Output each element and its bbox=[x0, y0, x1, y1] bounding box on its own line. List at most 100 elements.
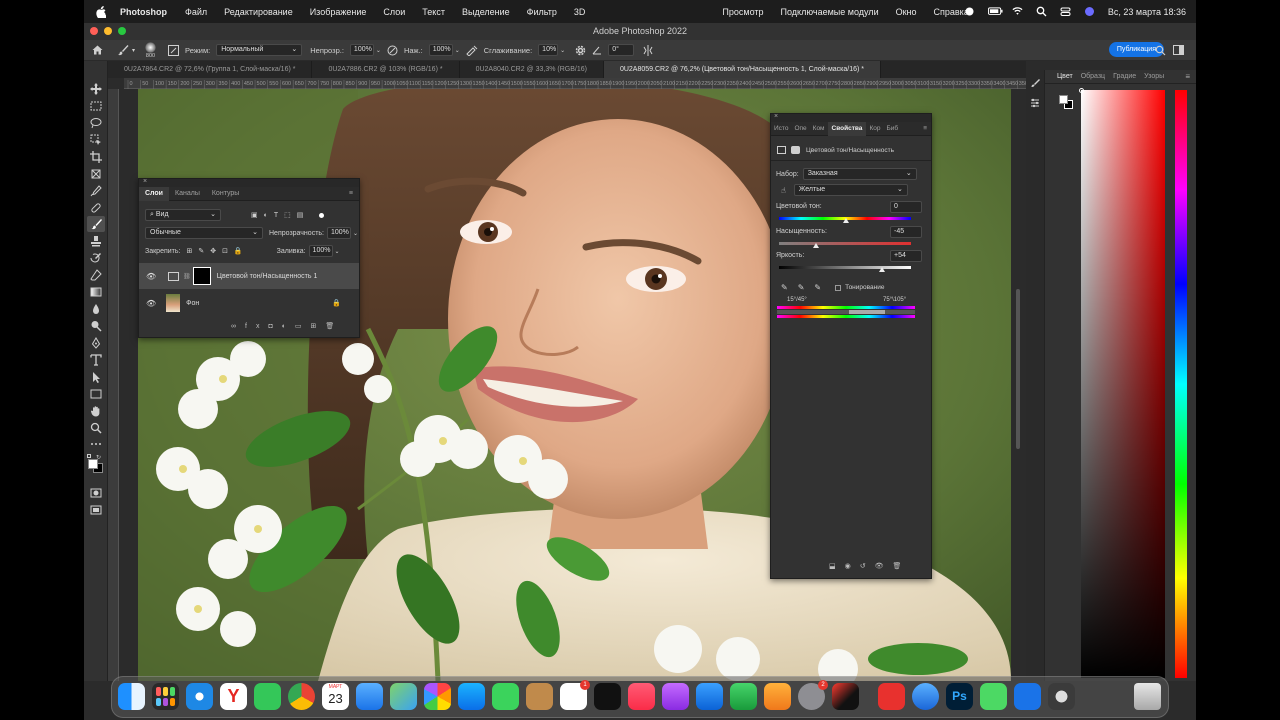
apple-icon[interactable] bbox=[96, 5, 106, 18]
chevron-down-icon[interactable]: ⌄ bbox=[335, 248, 340, 255]
eyedropper-minus-icon[interactable]: ✎ bbox=[814, 283, 821, 292]
app-store-icon[interactable] bbox=[458, 683, 485, 710]
quicktime-icon[interactable] bbox=[1048, 683, 1075, 710]
saturation-slider-track[interactable] bbox=[779, 242, 911, 245]
chevron-down-icon[interactable]: ⌄ bbox=[455, 47, 460, 54]
chrome-icon[interactable] bbox=[288, 683, 315, 710]
menubar-datetime[interactable]: Вс, 23 марта 18:36 bbox=[1108, 7, 1186, 17]
panel-menu-icon[interactable]: ≡ bbox=[1185, 72, 1190, 81]
history-brush-tool-icon[interactable] bbox=[90, 252, 102, 264]
tab-doc-3[interactable]: 0U2A8040.CR2 @ 33,3% (RGB/16) bbox=[460, 61, 604, 78]
marquee-tool-icon[interactable] bbox=[90, 100, 102, 112]
tab-corrections[interactable]: Кор bbox=[866, 125, 883, 132]
number-app-icon[interactable] bbox=[1014, 683, 1041, 710]
foreground-color-swatch[interactable] bbox=[88, 459, 98, 469]
brush-tool-icon[interactable] bbox=[90, 218, 102, 230]
close-icon[interactable]: × bbox=[774, 113, 778, 120]
reset-icon[interactable]: ↺ bbox=[860, 562, 875, 570]
mountain-app-icon[interactable] bbox=[912, 683, 939, 710]
link-layers-icon[interactable]: ∞ bbox=[231, 323, 245, 330]
tab-layers[interactable]: Слои bbox=[139, 186, 169, 201]
menu-window[interactable]: Окно bbox=[896, 7, 917, 17]
chevron-down-icon[interactable]: ⌄ bbox=[560, 47, 565, 54]
brush-preset-picker[interactable]: 800 bbox=[145, 41, 157, 59]
menu-filter[interactable]: Фильтр bbox=[527, 7, 557, 17]
eyedropper-plus-icon[interactable]: ✎ bbox=[798, 283, 805, 292]
tab-history[interactable]: Исто bbox=[771, 125, 791, 132]
close-icon[interactable]: × bbox=[143, 178, 147, 185]
battery-icon[interactable] bbox=[987, 6, 1003, 17]
game-app-icon[interactable] bbox=[980, 683, 1007, 710]
tab-paths[interactable]: Контуры bbox=[206, 190, 245, 197]
zoom-window-button[interactable] bbox=[118, 27, 126, 35]
tab-comments[interactable]: Ком bbox=[810, 125, 828, 132]
clone-stamp-tool-icon[interactable] bbox=[90, 235, 102, 247]
brush-tool-icon[interactable]: ▾ bbox=[117, 44, 135, 56]
path-select-tool-icon[interactable] bbox=[90, 371, 102, 383]
keynote-icon[interactable] bbox=[696, 683, 723, 710]
color-picker-cursor[interactable] bbox=[1079, 88, 1084, 93]
search-icon[interactable] bbox=[1155, 45, 1166, 58]
colorize-checkbox[interactable] bbox=[835, 284, 842, 291]
menu-layers[interactable]: Слои bbox=[383, 7, 405, 17]
tab-properties[interactable]: Свойства bbox=[827, 121, 867, 136]
healing-brush-tool-icon[interactable] bbox=[90, 202, 102, 214]
default-colors-icon[interactable] bbox=[87, 454, 91, 458]
trash-icon[interactable]: 🗑 bbox=[893, 562, 911, 570]
layer-mask-thumbnail[interactable] bbox=[192, 267, 211, 285]
safari-icon[interactable] bbox=[186, 683, 213, 710]
hand-tool-icon[interactable] bbox=[90, 405, 102, 417]
angle-input[interactable]: 0° bbox=[608, 44, 635, 56]
panel-titlebar[interactable]: × bbox=[139, 178, 359, 187]
saturation-input[interactable]: -45 bbox=[890, 225, 922, 238]
color-swatch-pair[interactable] bbox=[1059, 95, 1073, 109]
airbrush-icon[interactable] bbox=[466, 45, 478, 56]
opacity-input[interactable]: 100% bbox=[349, 44, 374, 56]
canvas-scrollbar[interactable] bbox=[1011, 89, 1026, 681]
tab-channels[interactable]: Каналы bbox=[169, 190, 206, 197]
view-previous-icon[interactable]: ◉ bbox=[845, 562, 860, 570]
layer-name[interactable]: Фон bbox=[186, 300, 199, 307]
layer-filter-select[interactable]: ⌕ Вид ⌄ bbox=[145, 209, 221, 221]
lasso-tool-icon[interactable] bbox=[90, 117, 102, 129]
anydesk-icon[interactable] bbox=[878, 683, 905, 710]
eyedropper-icon[interactable]: ✎ bbox=[781, 283, 788, 292]
tab-actions[interactable]: Опе bbox=[791, 125, 809, 132]
filter-icons[interactable]: ▣◐T⬚▤ bbox=[251, 211, 309, 219]
frame-tool-icon[interactable] bbox=[90, 168, 102, 180]
saturation-slider-thumb[interactable] bbox=[813, 243, 819, 248]
tab-doc-4[interactable]: 0U2A8059.CR2 @ 76,2% (Цветовой тон/Насыщ… bbox=[603, 61, 881, 78]
menu-type[interactable]: Текст bbox=[422, 7, 445, 17]
visibility-eye-icon[interactable]: 👁 bbox=[875, 562, 893, 570]
brush-settings-icon[interactable] bbox=[168, 44, 180, 56]
range-selection[interactable] bbox=[849, 310, 885, 314]
panel-menu-icon[interactable]: ≡ bbox=[919, 125, 931, 132]
menu-edit[interactable]: Редактирование bbox=[224, 7, 293, 17]
channel-select[interactable]: Желтые ⌄ bbox=[793, 184, 908, 196]
gear-icon[interactable] bbox=[575, 45, 586, 56]
brush-panel-icon[interactable] bbox=[1030, 78, 1040, 88]
chevron-down-icon[interactable]: ⌄ bbox=[376, 47, 381, 54]
lightness-input[interactable]: +54 bbox=[890, 249, 922, 262]
blur-tool-icon[interactable] bbox=[90, 303, 102, 315]
adjustments-panel-icon[interactable] bbox=[1030, 98, 1040, 108]
new-group-icon[interactable]: ▭ bbox=[295, 322, 311, 330]
numbers-icon[interactable] bbox=[730, 683, 757, 710]
link-icon[interactable]: ⛓ bbox=[183, 273, 191, 280]
panel-titlebar[interactable]: × bbox=[771, 113, 931, 122]
siri-icon[interactable] bbox=[1084, 6, 1095, 17]
iphone-mirroring-icon[interactable] bbox=[832, 683, 859, 710]
minimize-window-button[interactable] bbox=[104, 27, 112, 35]
dodge-tool-icon[interactable] bbox=[90, 320, 102, 332]
layer-row-background[interactable]: 👁 Фон 🔒 bbox=[139, 290, 359, 316]
hue-slider[interactable] bbox=[1175, 90, 1187, 678]
pen-tool-icon[interactable] bbox=[90, 337, 102, 349]
record-icon[interactable] bbox=[964, 6, 975, 17]
facetime-icon[interactable] bbox=[492, 683, 519, 710]
object-select-tool-icon[interactable] bbox=[90, 134, 102, 146]
layer-row-adjustment[interactable]: 👁 ⛓ Цветовой тон/Насыщенность 1 bbox=[139, 263, 359, 289]
symmetry-icon[interactable] bbox=[642, 44, 654, 56]
music-icon[interactable] bbox=[628, 683, 655, 710]
app-name[interactable]: Photoshop bbox=[120, 7, 167, 17]
add-mask-icon[interactable]: ◘ bbox=[268, 323, 281, 330]
